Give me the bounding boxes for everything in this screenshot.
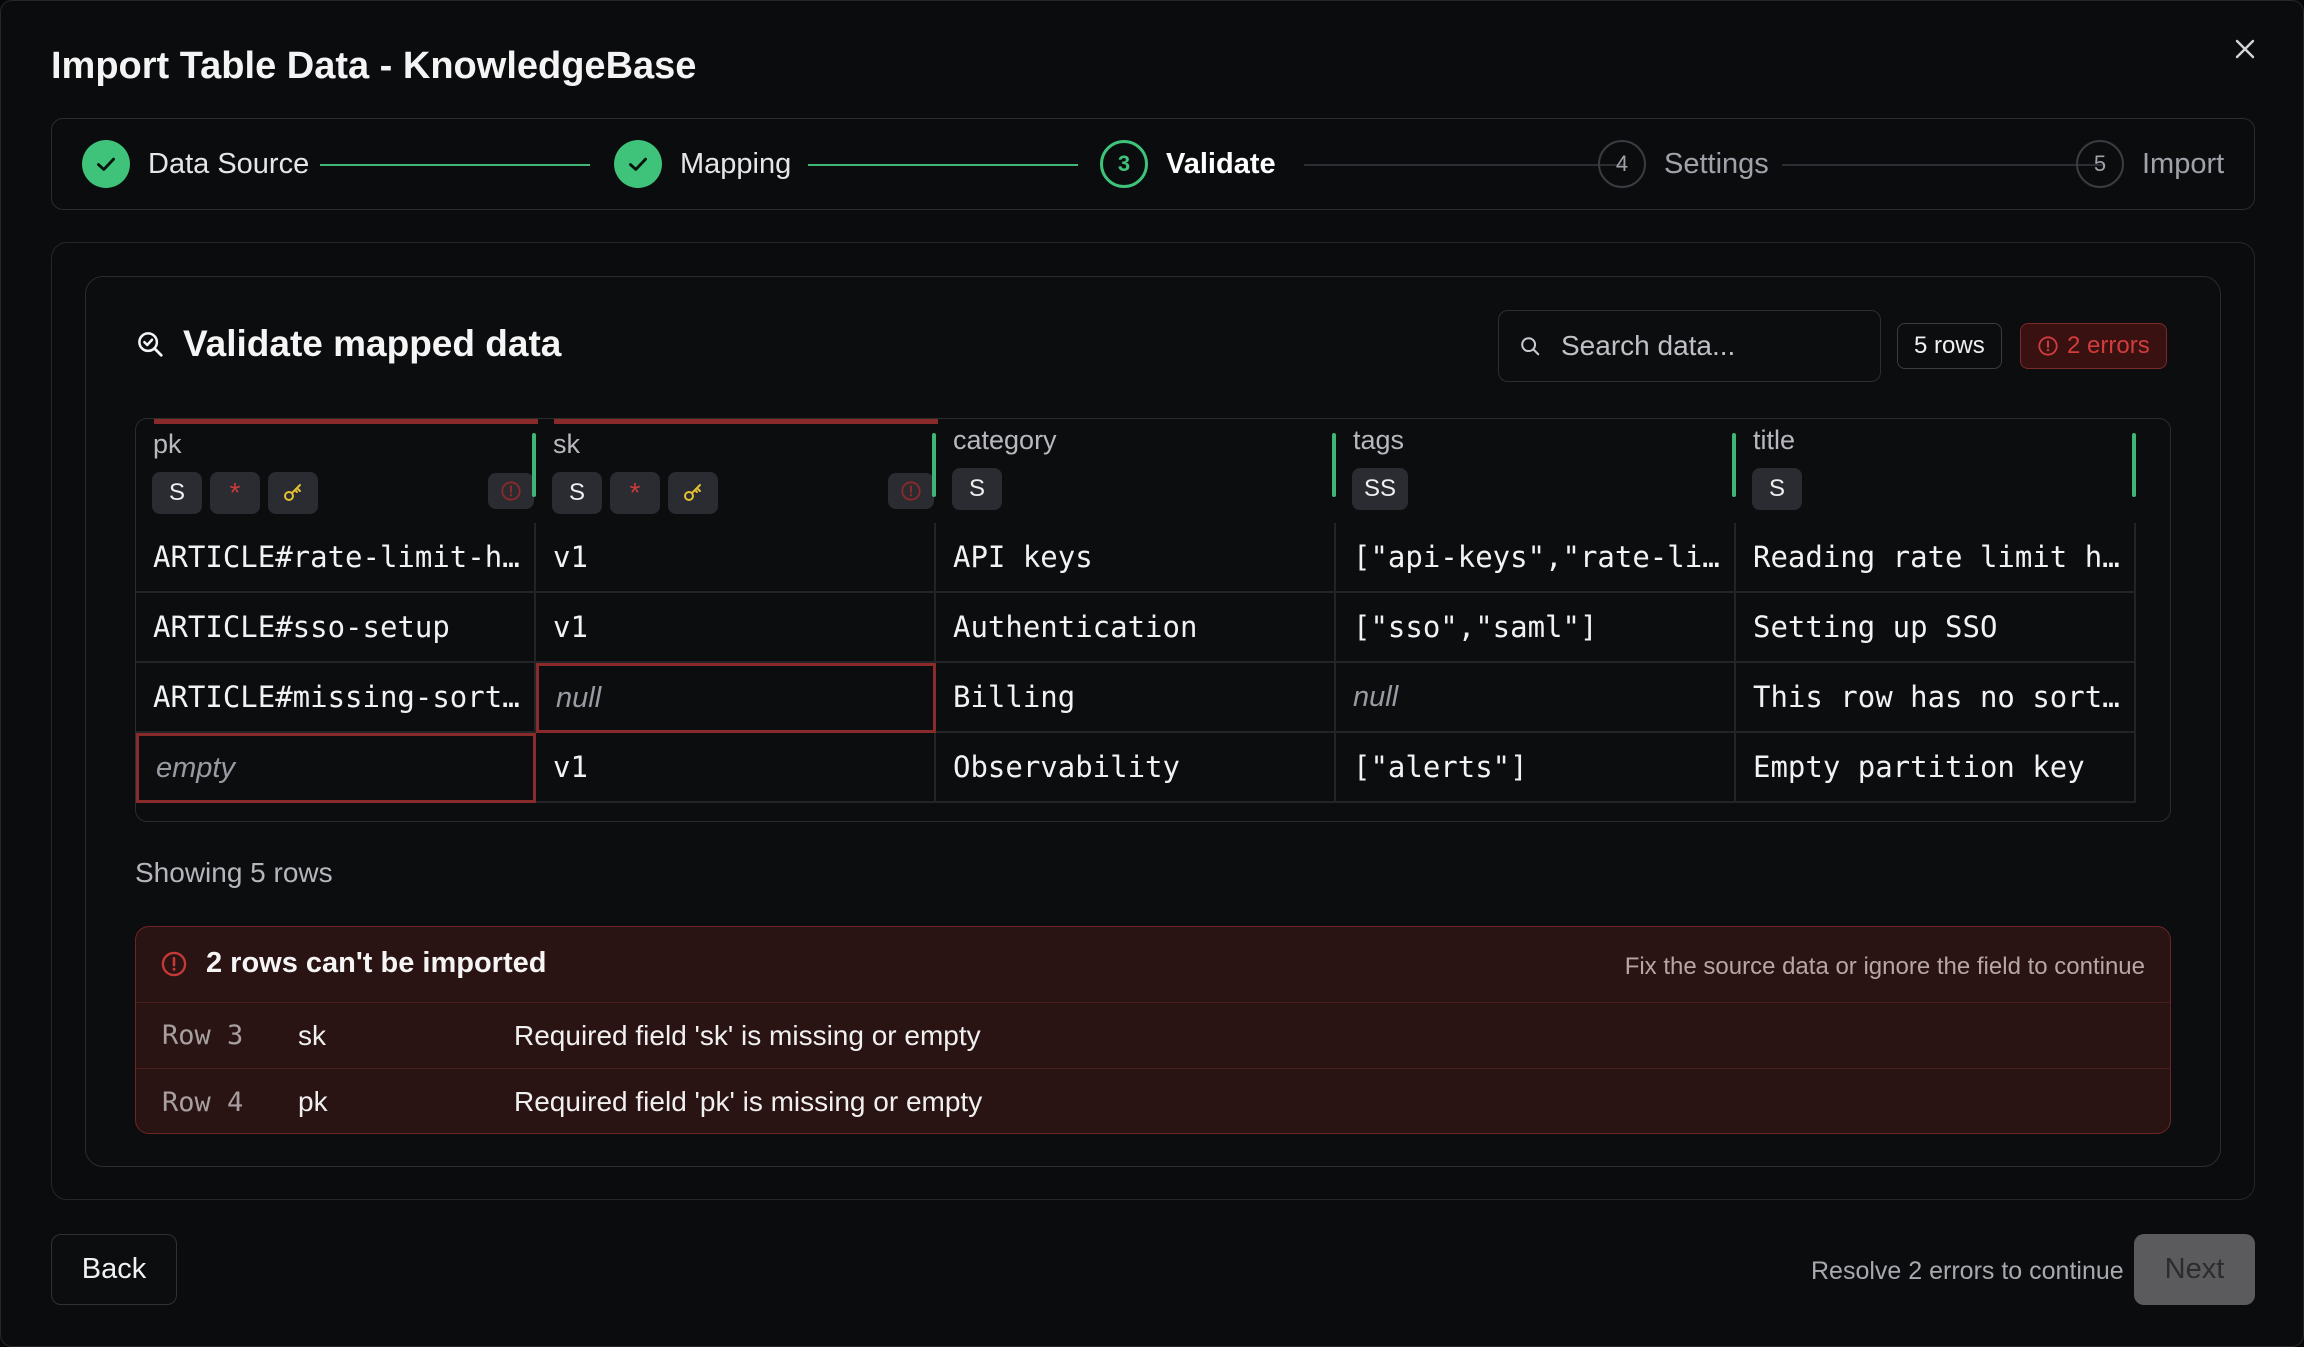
step-import[interactable]: 5 Import [2076,119,2224,209]
errors-count-badge[interactable]: 2 errors [2020,323,2167,369]
table-cell[interactable]: v1 [536,523,936,593]
table-cell[interactable]: Setting up SSO [1736,593,2136,663]
step-number: 3 [1100,140,1148,188]
type-chip-string: S [552,472,602,514]
import-dialog: Import Table Data - KnowledgeBase Data S… [0,0,2304,1347]
step-label: Data Source [148,147,310,180]
table-cell[interactable]: Billing [936,663,1336,733]
card-title: Validate mapped data [135,323,561,365]
step-connector [1304,164,1624,166]
step-label: Validate [1166,147,1276,180]
column-name: sk [553,429,580,459]
next-button[interactable]: Next [2134,1234,2255,1305]
table-row: ARTICLE#sso-setup v1 Authentication ["ss… [136,593,2170,663]
step-connector [320,164,590,166]
check-icon [614,140,662,188]
table-cell[interactable]: v1 [536,593,936,663]
errors-title: 2 rows can't be imported [160,947,546,980]
step-settings[interactable]: 4 Settings [1598,119,1769,209]
error-field: sk [298,1019,326,1051]
type-chip-string-set: SS [1352,468,1409,510]
column-name: category [953,425,1057,455]
table-cell[interactable]: ARTICLE#sso-setup [136,593,536,663]
errors-panel: 2 rows can't be imported Fix the source … [135,926,2171,1134]
error-row-number: Row 4 [162,1086,244,1118]
step-data-source[interactable]: Data Source [82,119,309,209]
search-input[interactable] [1561,330,1861,362]
data-table: pk S * sk S * category S tags SS title S… [135,418,2171,822]
close-button[interactable] [2227,31,2263,67]
table-cell[interactable]: Observability [936,733,1336,803]
column-header-category[interactable]: category S [936,419,1336,523]
errors-title-text: 2 rows can't be imported [206,947,547,979]
column-name: pk [153,429,182,459]
column-header-tags[interactable]: tags SS [1336,419,1736,523]
rows-count-badge: 5 rows [1897,323,2002,369]
column-name: tags [1353,425,1405,455]
required-icon: * [210,472,260,514]
alert-circle-icon[interactable] [488,473,534,509]
search-check-icon [138,332,163,357]
table-cell[interactable]: Empty partition key [1736,733,2136,803]
table-cell[interactable]: ARTICLE#missing-sort… [136,663,536,733]
table-cell-error[interactable]: null [536,663,936,733]
error-row-number: Row 3 [162,1020,244,1051]
step-number: 4 [1598,140,1646,188]
table-cell-error[interactable]: empty [136,733,536,803]
table-cell-null[interactable]: null [1336,663,1736,733]
table-cell[interactable]: ["api-keys","rate-li… [1336,523,1736,593]
column-header-sk[interactable]: sk S * [536,419,936,523]
alert-circle-icon [2038,336,2058,356]
error-row[interactable]: Row 3 sk Required field 'sk' is missing … [136,1003,2170,1069]
table-cell[interactable]: v1 [536,733,936,803]
table-cell[interactable]: API keys [936,523,1336,593]
errors-hint: Fix the source data or ignore the field … [1624,953,2145,980]
close-icon [2235,39,2255,59]
table-row: ARTICLE#missing-sort… null Billing null … [136,663,2170,733]
column-name: title [1753,425,1796,455]
resolve-hint: Resolve 2 errors to continue [1811,1257,2124,1285]
card-title-text: Validate mapped data [183,323,562,364]
errors-panel-header: 2 rows can't be imported Fix the source … [136,927,2170,1003]
table-cell[interactable]: ARTICLE#rate-limit-h… [136,523,536,593]
key-icon [668,472,718,514]
back-button[interactable]: Back [51,1234,177,1305]
alert-circle-icon [161,951,187,976]
type-chip-string: S [1752,468,1802,510]
stepper: Data Source Mapping 3 Validate 4 Setting… [51,118,2255,210]
error-message: Required field 'sk' is missing or empty [514,1019,981,1051]
check-icon [82,140,130,188]
step-validate[interactable]: 3 Validate [1100,119,1276,209]
step-label: Mapping [680,147,792,180]
table-cell[interactable]: Reading rate limit h… [1736,523,2136,593]
table-row: ARTICLE#rate-limit-h… v1 API keys ["api-… [136,523,2170,593]
column-header-pk[interactable]: pk S * [136,419,536,523]
column-divider[interactable] [2132,433,2136,497]
error-row[interactable]: Row 4 pk Required field 'pk' is missing … [136,1069,2170,1133]
column-header-title[interactable]: title S [1736,419,2136,523]
alert-circle-icon[interactable] [888,473,934,509]
table-cell[interactable]: ["alerts"] [1336,733,1736,803]
step-number: 5 [2076,140,2124,188]
table-cell[interactable]: ["sso","saml"] [1336,593,1736,663]
key-icon [268,472,318,514]
required-icon: * [610,472,660,514]
error-field: pk [298,1086,328,1117]
table-cell[interactable]: Authentication [936,593,1336,663]
step-label: Settings [1664,147,1769,180]
table-row: empty v1 Observability ["alerts"] Empty … [136,733,2170,803]
step-mapping[interactable]: Mapping [614,119,791,209]
type-chip-string: S [152,472,202,514]
dialog-title: Import Table Data - KnowledgeBase [51,45,697,87]
row-count-text: Showing 5 rows [135,857,333,888]
table-cell[interactable]: This row has no sort… [1736,663,2136,733]
step-connector [808,164,1078,166]
type-chip-string: S [952,468,1002,510]
step-label: Import [2142,147,2225,180]
error-message: Required field 'pk' is missing or empty [514,1086,983,1117]
search-box[interactable] [1498,310,1881,382]
errors-count-text: 2 errors [2067,332,2150,359]
step-connector [1782,164,2104,166]
search-icon [1521,337,1540,356]
